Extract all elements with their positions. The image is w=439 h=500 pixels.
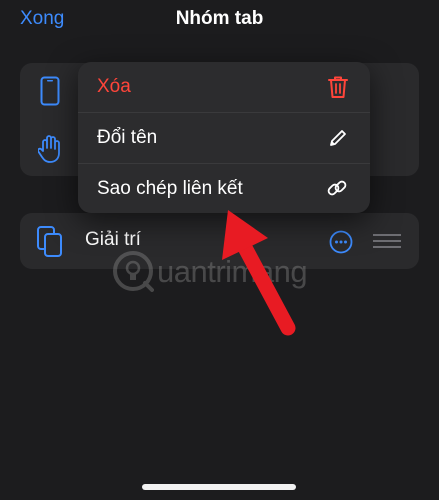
iphone-icon: [40, 76, 60, 111]
watermark-logo-icon: [113, 251, 154, 292]
context-menu: Xóa Đổi tên Sao chép liên kết: [78, 62, 370, 213]
tab-groups-card-edge: [371, 63, 419, 176]
trash-icon: [328, 75, 348, 104]
home-indicator: [142, 484, 296, 490]
menu-item-label: Sao chép liên kết: [97, 178, 243, 199]
annotation-arrow-icon: [200, 200, 310, 345]
menu-item-delete[interactable]: Xóa: [78, 62, 370, 113]
menu-item-label: Xóa: [97, 76, 131, 97]
drag-handle-icon[interactable]: [373, 233, 401, 254]
menu-item-label: Đổi tên: [97, 127, 158, 148]
page-title: Nhóm tab: [175, 8, 264, 29]
nav-bar: Xong Nhóm tab: [0, 0, 439, 44]
link-icon: [326, 177, 348, 204]
pencil-icon: [328, 128, 348, 153]
hand-raised-icon: [37, 134, 64, 169]
tab-group-icon: [36, 225, 64, 264]
menu-item-rename[interactable]: Đổi tên: [78, 113, 370, 164]
